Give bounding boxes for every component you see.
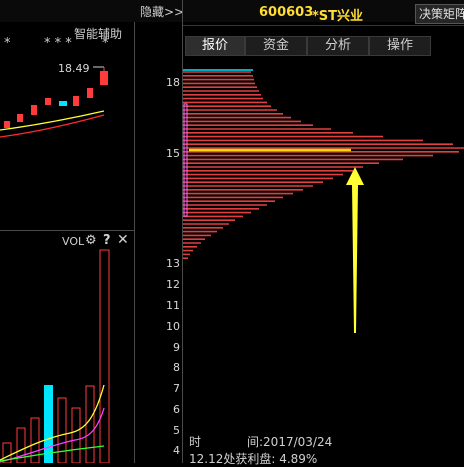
tab-analysis[interactable]: 分析 [307, 36, 369, 56]
stock-name: *ST兴业 [312, 9, 364, 24]
volume-chart [0, 249, 110, 463]
y-tick: 18 [166, 76, 180, 89]
volume-bar [99, 249, 110, 463]
volume-separator [0, 230, 134, 231]
y-tick: 10 [166, 320, 180, 333]
time-label: 时 [189, 435, 202, 449]
y-tick: 9 [173, 341, 180, 354]
y-tick: 5 [173, 424, 180, 437]
decision-matrix-button[interactable]: 决策矩阵 [415, 4, 464, 24]
volume-bar [71, 407, 81, 463]
star-marker: * [4, 36, 11, 51]
gear-icon[interactable]: ⚙ [85, 233, 97, 248]
volume-bar [57, 397, 67, 463]
y-tick: 11 [166, 299, 180, 312]
header-bar [0, 0, 464, 22]
date-value: 间:2017/03/24 [247, 435, 333, 449]
profit-ratio: 12.12处获利盘: 4.89% [189, 452, 318, 466]
vol-label: VOL [62, 235, 85, 248]
candle [87, 88, 93, 98]
volume-bar [85, 385, 95, 463]
y-tick: 8 [173, 361, 180, 374]
hide-panel-button[interactable]: 隐藏>> [140, 3, 184, 20]
kline-chart [0, 66, 108, 138]
close-icon[interactable]: ✕ [117, 232, 129, 248]
ma-line-red [0, 114, 105, 138]
y-tick: 15 [166, 147, 180, 160]
candle [59, 101, 67, 106]
y-tick: 6 [173, 403, 180, 416]
star-marker-right: * [102, 36, 109, 51]
arrow-up-icon [346, 167, 364, 333]
smart-assist-label[interactable]: 智能辅助 [74, 25, 122, 42]
volume-bar [44, 385, 53, 463]
left-panel-border [134, 22, 135, 463]
tab-operation[interactable]: 操作 [369, 36, 431, 56]
help-icon[interactable]: ? [103, 233, 111, 248]
candle [73, 96, 79, 106]
y-tick: 12 [166, 278, 180, 291]
candle [4, 121, 10, 128]
candle [45, 98, 51, 105]
header-underline [183, 25, 464, 26]
candle [100, 71, 108, 85]
y-tick: 13 [166, 257, 180, 270]
y-tick: 7 [173, 382, 180, 395]
candle [31, 105, 37, 115]
stock-code: 600603 [259, 5, 314, 20]
star-markers: * * * [44, 36, 72, 51]
chip-distribution-chart [183, 69, 464, 259]
tab-quote[interactable]: 报价 [185, 36, 245, 56]
y-tick: 4 [173, 444, 180, 457]
candle [17, 114, 23, 122]
tab-funds[interactable]: 资金 [245, 36, 307, 56]
